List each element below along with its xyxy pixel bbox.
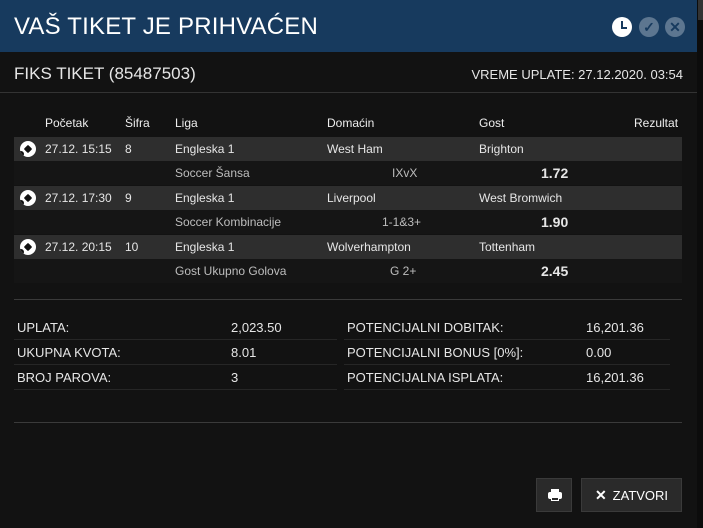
potential-payout-value: 16,201.36: [586, 370, 644, 385]
soccer-ball-icon: [20, 190, 36, 206]
modal-title: VAŠ TIKET JE PRIHVAĆEN: [14, 13, 319, 40]
bet-row: Gost Ukupno Golova G 2+ 2.45: [14, 259, 682, 283]
bet-odd: 2.45: [541, 263, 569, 279]
modal-titlebar: VAŠ TIKET JE PRIHVAĆEN ✓ ✕: [0, 0, 697, 52]
close-button-label: ZATVORI: [612, 488, 669, 503]
col-header-home: Domaćin: [327, 116, 375, 130]
print-button[interactable]: [536, 478, 572, 512]
bet-type: Soccer Šansa: [175, 166, 250, 180]
summary-row: UPLATA: 2,023.50: [14, 315, 337, 340]
divider: [14, 422, 682, 423]
bet-row: Soccer Šansa IXvX 1.72: [14, 161, 682, 185]
match-code: 10: [125, 240, 139, 254]
match-row: 27.12. 20:15 10 Engleska 1 Wolverhampton…: [14, 235, 682, 259]
soccer-ball-icon: [20, 141, 36, 157]
bet-row: Soccer Kombinacije 1-1&3+ 1.90: [14, 210, 682, 234]
match-away: Tottenham: [479, 240, 536, 254]
match-code: 9: [125, 191, 132, 205]
scrollbar[interactable]: [697, 0, 703, 528]
summary-row: BROJ PAROVA: 3: [14, 365, 337, 390]
bet-odd: 1.72: [541, 165, 569, 181]
bet-pick: IXvX: [392, 166, 418, 180]
match-league: Engleska 1: [175, 142, 235, 156]
printer-icon: [548, 489, 562, 501]
match-home: Liverpool: [327, 191, 376, 205]
match-row: 27.12. 17:30 9 Engleska 1 Liverpool West…: [14, 186, 682, 210]
ticket-id: FIKS TIKET (85487503): [14, 64, 196, 83]
match-code: 8: [125, 142, 132, 156]
summary-row: UKUPNA KVOTA: 8.01: [14, 340, 337, 365]
match-start: 27.12. 20:15: [45, 240, 112, 254]
potential-win-value: 16,201.36: [586, 320, 644, 335]
bet-pick: 1-1&3+: [382, 215, 422, 229]
col-header-code: Šifra: [125, 116, 150, 130]
bet-type: Gost Ukupno Golova: [175, 264, 287, 278]
match-league: Engleska 1: [175, 240, 235, 254]
match-away: Brighton: [479, 142, 524, 156]
summary-row: POTENCIJALNI DOBITAK: 16,201.36: [344, 315, 670, 340]
bet-pick: G 2+: [390, 264, 417, 278]
pairs-count-value: 3: [231, 370, 239, 385]
total-odds-value: 8.01: [231, 345, 257, 360]
col-header-league: Liga: [175, 116, 198, 130]
match-away: West Bromwich: [479, 191, 563, 205]
match-start: 27.12. 17:30: [45, 191, 112, 205]
close-icon[interactable]: ✕: [665, 17, 685, 37]
match-row: 27.12. 15:15 8 Engleska 1 West Ham Brigh…: [14, 137, 682, 161]
match-start: 27.12. 15:15: [45, 142, 112, 156]
potential-payout-label: POTENCIJALNA ISPLATA:: [347, 370, 504, 385]
potential-win-label: POTENCIJALNI DOBITAK:: [347, 320, 504, 335]
close-button[interactable]: ✕ ZATVORI: [581, 478, 682, 512]
match-home: West Ham: [327, 142, 383, 156]
payment-time: VREME UPLATE: 27.12.2020. 03:54: [471, 67, 684, 82]
potential-bonus-value: 0.00: [586, 345, 612, 360]
col-header-start: Početak: [45, 116, 89, 130]
bet-odd: 1.90: [541, 214, 569, 230]
stake-label: UPLATA:: [17, 320, 70, 335]
bet-type: Soccer Kombinacije: [175, 215, 282, 229]
col-header-result: Rezultat: [634, 116, 679, 130]
scrollbar-thumb[interactable]: [698, 0, 703, 20]
summary-row: POTENCIJALNI BONUS [0%]: 0.00: [344, 340, 670, 365]
col-header-away: Gost: [479, 116, 505, 130]
check-icon[interactable]: ✓: [639, 17, 659, 37]
close-icon: ✕: [594, 487, 607, 503]
stake-value: 2,023.50: [231, 320, 282, 335]
ticket-modal: VAŠ TIKET JE PRIHVAĆEN ✓ ✕ FIKS TIKET (8…: [0, 0, 703, 528]
clock-icon[interactable]: [612, 17, 632, 37]
match-home: Wolverhampton: [327, 240, 411, 254]
potential-bonus-label: POTENCIJALNI BONUS [0%]:: [347, 345, 524, 360]
total-odds-label: UKUPNA KVOTA:: [17, 345, 121, 360]
divider: [14, 299, 682, 300]
summary-row: POTENCIJALNA ISPLATA: 16,201.36: [344, 365, 670, 390]
match-league: Engleska 1: [175, 191, 235, 205]
ticket-subheader: FIKS TIKET (85487503) VREME UPLATE: 27.1…: [0, 52, 697, 93]
soccer-ball-icon: [20, 239, 36, 255]
pairs-count-label: BROJ PAROVA:: [17, 370, 112, 385]
